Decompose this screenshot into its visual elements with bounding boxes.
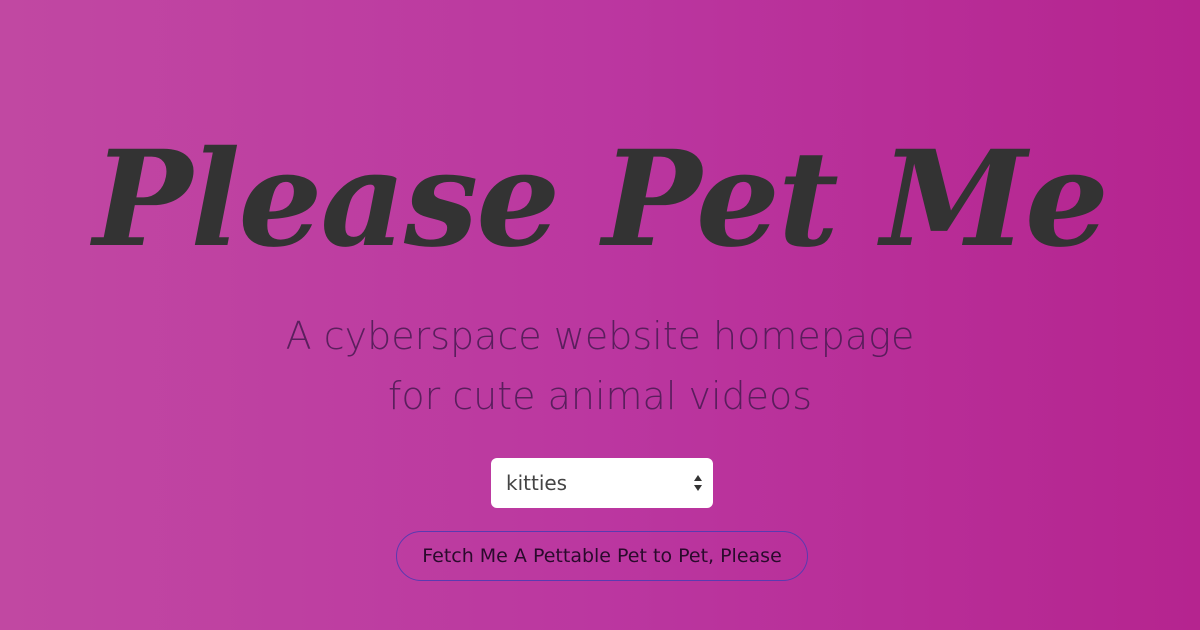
pet-type-select[interactable]: kitties [491,458,713,508]
tagline: A cyberspace website homepage for cute a… [0,306,1200,426]
tagline-line-1: A cyberspace website homepage [285,314,915,358]
tagline-line-2: for cute animal videos [387,374,813,418]
pet-type-select-value: kitties [506,471,568,495]
select-arrows-icon [694,475,702,491]
fetch-pet-button[interactable]: Fetch Me A Pettable Pet to Pet, Please [396,531,808,581]
page-title: Please Pet Me [93,122,1109,278]
